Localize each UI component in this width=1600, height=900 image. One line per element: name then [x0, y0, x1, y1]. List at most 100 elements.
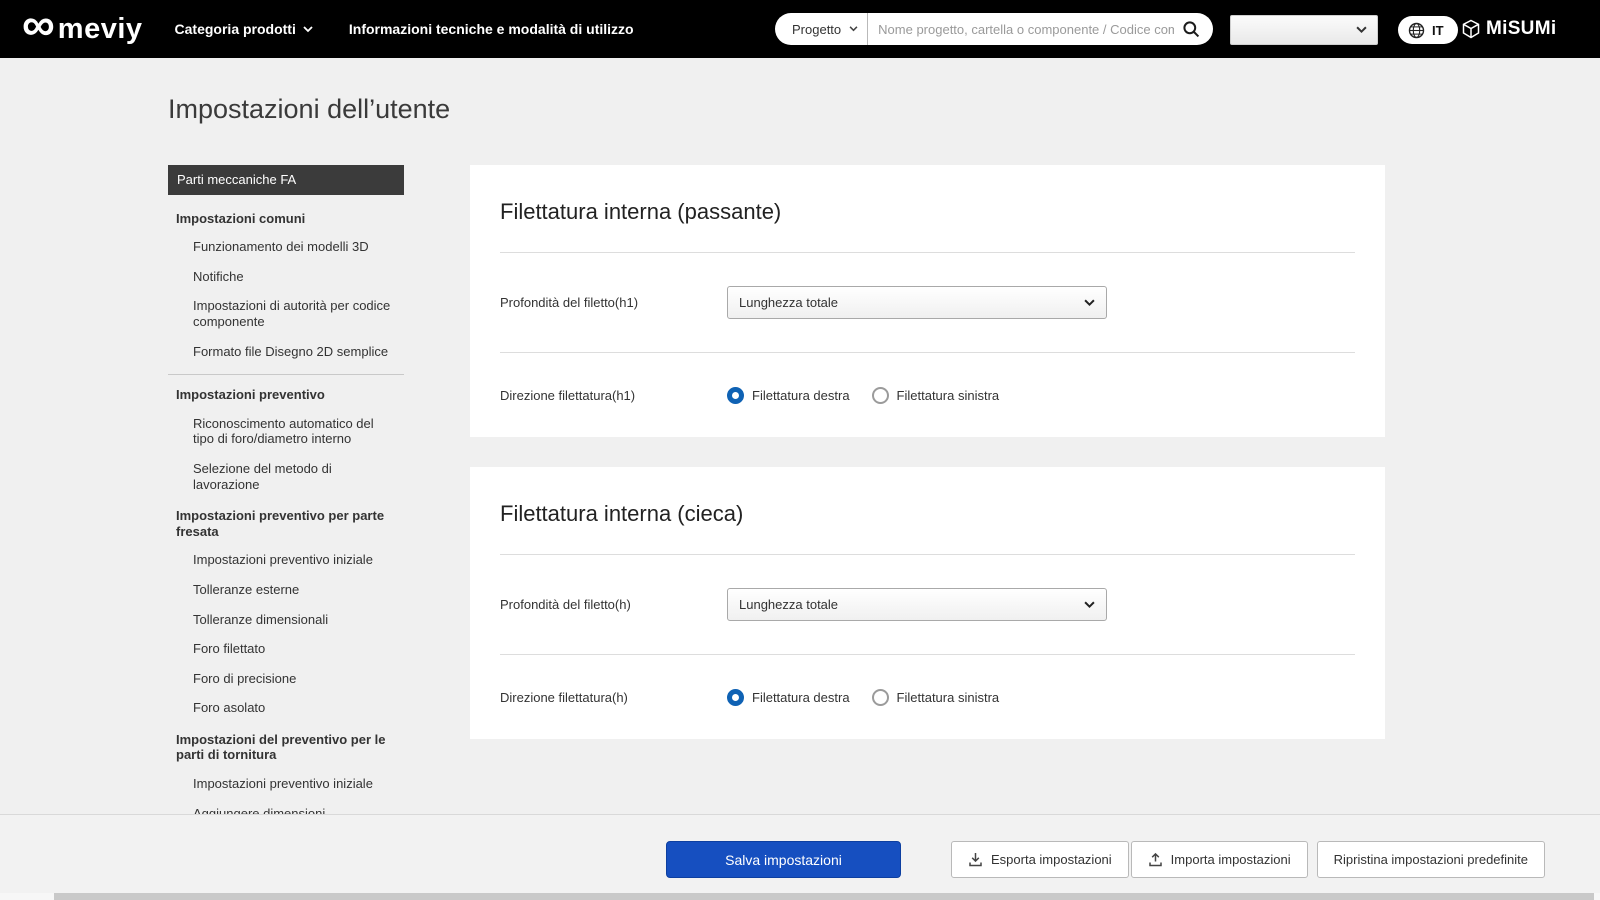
search-button[interactable]	[1178, 20, 1213, 38]
radio-option-label: Filettatura sinistra	[896, 689, 1000, 705]
thread-direction-label: Direzione filettatura(h)	[500, 689, 628, 705]
sidebar-item-label: Foro di precisione	[193, 670, 297, 686]
section-internal-thread-through: Filettatura interna (passante) Profondit…	[470, 165, 1385, 437]
sidebar-item-label: Parti meccaniche FA	[177, 172, 297, 187]
section-internal-thread-blind: Filettatura interna (cieca) Profondità d…	[470, 467, 1385, 739]
chevron-down-icon	[1084, 601, 1095, 608]
save-settings-button[interactable]: Salva impostazioni	[666, 841, 901, 878]
sidebar-item-label: Riconoscimento automatico del tipo di fo…	[193, 415, 374, 447]
sidebar-item-label: Selezione del metodo di lavorazione	[193, 460, 332, 492]
radio-button[interactable]	[871, 688, 889, 706]
import-settings-label: Importa impostazioni	[1170, 852, 1291, 867]
radio-option-left-thread[interactable]: Filettatura sinistra	[871, 386, 1000, 404]
sidebar-item-label: Notifiche	[193, 268, 244, 284]
sidebar-item[interactable]: Foro di precisione	[168, 664, 404, 694]
radio-option-right-thread[interactable]: Filettatura destra	[727, 688, 850, 706]
thread-depth-label: Profondità del filetto(h1)	[500, 295, 639, 310]
top-nav: Categoria prodotti Informazioni tecniche…	[175, 21, 634, 37]
search-bar: Progetto	[775, 13, 1213, 45]
radio-button[interactable]	[727, 688, 744, 706]
radio-button[interactable]	[871, 386, 889, 404]
thread-direction-radio-group: Filettatura destra Filettatura sinistra	[727, 688, 1000, 706]
sidebar-item[interactable]: Formato file Disegno 2D semplice	[168, 337, 404, 376]
thread-depth-select-value: Lunghezza totale	[739, 597, 839, 612]
horizontal-scrollbar-thumb[interactable]	[54, 893, 1594, 900]
export-settings-label: Esporta impostazioni	[991, 852, 1112, 867]
search-input[interactable]	[868, 21, 1178, 37]
sidebar-item[interactable]: Riconoscimento automatico del tipo di fo…	[168, 409, 404, 454]
sidebar-item[interactable]: Tolleranze esterne	[168, 575, 404, 605]
secondary-actions: Esporta impostazioni Importa impostazion…	[951, 841, 1545, 878]
radio-option-label: Filettatura destra	[752, 387, 850, 403]
chevron-down-icon	[303, 25, 313, 32]
misumi-logo[interactable]: MiSUMi	[1462, 0, 1556, 58]
radio-option-label: Filettatura destra	[752, 689, 850, 705]
sidebar-item-label: Tolleranze esterne	[193, 581, 300, 597]
sidebar-item[interactable]: Impostazioni del preventivo per le parti…	[168, 723, 404, 769]
chevron-down-icon	[1356, 26, 1367, 34]
sidebar-item[interactable]: Impostazioni preventivo per parte fresat…	[168, 499, 404, 545]
horizontal-scrollbar[interactable]	[0, 893, 1600, 900]
sidebar-item[interactable]: Impostazioni preventivo	[168, 378, 404, 409]
nav-product-category[interactable]: Categoria prodotti	[175, 21, 313, 37]
search-icon	[1183, 21, 1200, 38]
radio-option-left-thread[interactable]: Filettatura sinistra	[871, 688, 1000, 706]
export-settings-button[interactable]: Esporta impostazioni	[951, 841, 1129, 878]
restore-defaults-label: Ripristina impostazioni predefinite	[1333, 852, 1528, 867]
section-title: Filettatura interna (cieca)	[500, 501, 744, 526]
sidebar-item-label: Impostazioni del preventivo per le parti…	[176, 731, 386, 763]
sidebar-item[interactable]: Parti meccaniche FA	[168, 165, 404, 195]
restore-defaults-button[interactable]: Ripristina impostazioni predefinite	[1316, 841, 1545, 878]
import-settings-button[interactable]: Importa impostazioni	[1130, 841, 1308, 878]
sidebar-item-label: Impostazioni preventivo per parte fresat…	[176, 508, 385, 539]
radio-button[interactable]	[727, 386, 744, 404]
sidebar-item[interactable]: Impostazioni preventivo iniziale	[168, 545, 404, 575]
chevron-down-icon	[1084, 299, 1095, 306]
nav-product-category-label: Categoria prodotti	[174, 21, 296, 37]
nav-technical-info-label: Informazioni tecniche e modalità di util…	[348, 21, 634, 37]
sidebar-item[interactable]: Foro asolato	[168, 693, 404, 723]
thread-direction-label: Direzione filettatura(h1)	[500, 387, 636, 403]
language-selector[interactable]: IT	[1398, 16, 1458, 44]
thread-depth-select[interactable]: Lunghezza totale	[727, 286, 1107, 319]
sidebar-item-label: Foro filettato	[193, 641, 266, 657]
top-header: ∞ meviy Categoria prodotti Informazioni …	[0, 0, 1600, 58]
meviy-logo[interactable]: ∞ meviy	[22, 1, 143, 52]
nav-technical-info[interactable]: Informazioni tecniche e modalità di util…	[349, 21, 634, 37]
sidebar-item[interactable]: Funzionamento dei modelli 3D	[168, 232, 404, 262]
sidebar-item-label: Impostazioni preventivo	[176, 387, 325, 403]
download-icon	[969, 853, 982, 867]
language-label: IT	[1432, 22, 1444, 38]
sidebar-item-label: Impostazioni preventivo iniziale	[193, 552, 373, 568]
search-scope-label: Progetto	[792, 21, 842, 37]
radio-option-right-thread[interactable]: Filettatura destra	[727, 386, 850, 404]
sidebar-item[interactable]: Tolleranze dimensionali	[168, 605, 404, 635]
sidebar-item[interactable]: Impostazioni comuni	[168, 202, 404, 233]
sidebar-item[interactable]: Foro filettato	[168, 634, 404, 664]
globe-icon	[1408, 22, 1425, 38]
settings-sidebar: Parti meccaniche FA Impostazioni comuni …	[168, 165, 404, 887]
sidebar-item-label: Foro asolato	[193, 700, 266, 716]
thread-depth-select-value: Lunghezza totale	[739, 295, 839, 310]
thread-depth-select[interactable]: Lunghezza totale	[727, 588, 1107, 621]
meviy-infinity-icon: ∞	[22, 0, 55, 50]
sidebar-item[interactable]: Selezione del metodo di lavorazione	[168, 454, 404, 499]
header-account-select[interactable]	[1230, 15, 1378, 45]
misumi-cube-icon	[1462, 19, 1480, 39]
page-title: Impostazioni dell’utente	[168, 94, 451, 124]
sidebar-item-label: Formato file Disegno 2D semplice	[193, 343, 389, 359]
sidebar-item-label: Impostazioni di autorità per codice comp…	[193, 298, 391, 329]
thread-depth-label: Profondità del filetto(h)	[500, 597, 631, 612]
section-title: Filettatura interna (passante)	[500, 199, 782, 224]
sidebar-item-label: Impostazioni preventivo iniziale	[193, 776, 373, 792]
search-scope-select[interactable]: Progetto	[775, 13, 869, 45]
bottom-action-bar: Salva impostazioni Esporta impostazioni …	[0, 814, 1600, 893]
upload-icon	[1148, 852, 1162, 867]
sidebar-item-label: Tolleranze dimensionali	[193, 611, 329, 627]
sidebar-item[interactable]: Impostazioni preventivo iniziale	[168, 769, 404, 799]
meviy-logo-text: meviy	[57, 12, 143, 45]
sidebar-item[interactable]: Impostazioni di autorità per codice comp…	[168, 291, 404, 336]
misumi-logo-text: MiSUMi	[1486, 18, 1557, 39]
radio-option-label: Filettatura sinistra	[896, 387, 1000, 403]
sidebar-item[interactable]: Notifiche	[168, 262, 404, 292]
